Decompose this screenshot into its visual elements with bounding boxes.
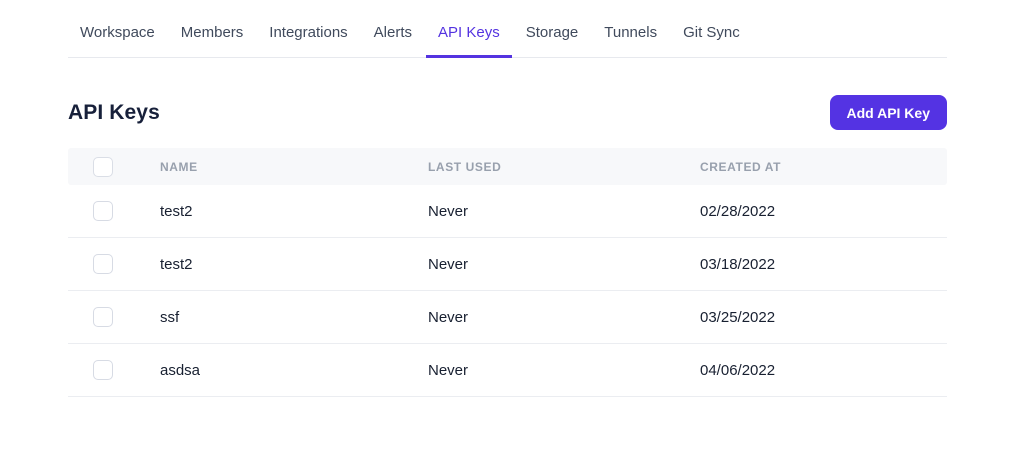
row-checkbox[interactable] xyxy=(93,307,113,327)
table-row: test2 Never 03/18/2022 xyxy=(68,238,947,291)
column-header-name: Name xyxy=(160,160,428,174)
cell-name: test2 xyxy=(160,203,428,220)
table-row: ssf Never 03/25/2022 xyxy=(68,291,947,344)
tab-members[interactable]: Members xyxy=(169,24,256,58)
page-title: API Keys xyxy=(68,101,160,125)
cell-name: test2 xyxy=(160,256,428,273)
column-header-last-used: Last Used xyxy=(428,160,700,174)
row-checkbox[interactable] xyxy=(93,254,113,274)
tab-workspace[interactable]: Workspace xyxy=(68,24,167,58)
table-row: test2 Never 02/28/2022 xyxy=(68,185,947,238)
tab-api-keys[interactable]: API Keys xyxy=(426,24,512,58)
header-checkbox-cell xyxy=(68,157,160,177)
settings-page: Workspace Members Integrations Alerts AP… xyxy=(68,0,947,397)
row-checkbox-cell xyxy=(68,201,160,221)
cell-created-at: 04/06/2022 xyxy=(700,362,947,379)
table-header-row: Name Last Used Created At xyxy=(68,148,947,185)
tab-alerts[interactable]: Alerts xyxy=(362,24,424,58)
cell-last-used: Never xyxy=(428,256,700,273)
add-api-key-button[interactable]: Add API Key xyxy=(830,95,948,130)
cell-last-used: Never xyxy=(428,362,700,379)
tab-storage[interactable]: Storage xyxy=(514,24,591,58)
settings-tab-bar: Workspace Members Integrations Alerts AP… xyxy=(68,0,947,58)
cell-name: ssf xyxy=(160,309,428,326)
row-checkbox-cell xyxy=(68,360,160,380)
cell-created-at: 03/25/2022 xyxy=(700,309,947,326)
cell-created-at: 03/18/2022 xyxy=(700,256,947,273)
cell-created-at: 02/28/2022 xyxy=(700,203,947,220)
page-header: API Keys Add API Key xyxy=(68,95,947,130)
row-checkbox[interactable] xyxy=(93,360,113,380)
row-checkbox-cell xyxy=(68,307,160,327)
tab-integrations[interactable]: Integrations xyxy=(257,24,359,58)
select-all-checkbox[interactable] xyxy=(93,157,113,177)
row-checkbox-cell xyxy=(68,254,160,274)
cell-name: asdsa xyxy=(160,362,428,379)
cell-last-used: Never xyxy=(428,309,700,326)
tab-git-sync[interactable]: Git Sync xyxy=(671,24,752,58)
cell-last-used: Never xyxy=(428,203,700,220)
column-header-created-at: Created At xyxy=(700,160,947,174)
row-checkbox[interactable] xyxy=(93,201,113,221)
table-row: asdsa Never 04/06/2022 xyxy=(68,344,947,397)
tab-tunnels[interactable]: Tunnels xyxy=(592,24,669,58)
api-keys-table: Name Last Used Created At test2 Never 02… xyxy=(68,148,947,397)
